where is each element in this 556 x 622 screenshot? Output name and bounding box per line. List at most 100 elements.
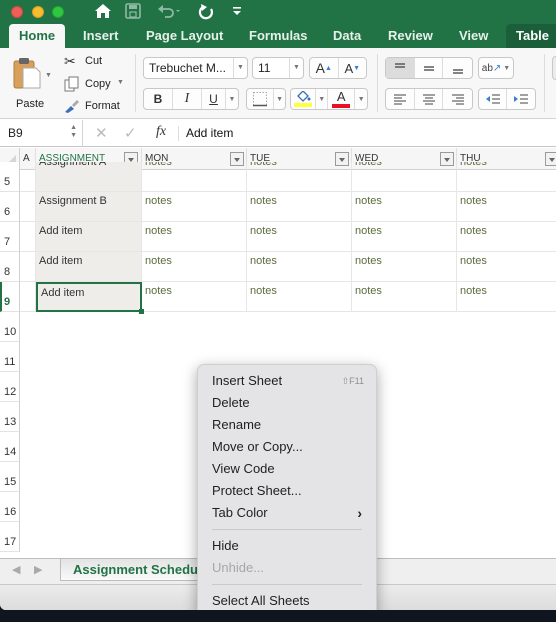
row-header-15[interactable]: 15 xyxy=(0,462,20,492)
cell-notes[interactable]: notes xyxy=(247,282,352,312)
copy-button[interactable]: Copy ▼ xyxy=(64,76,124,95)
cell-notes[interactable]: notes xyxy=(142,222,247,252)
row-header-13[interactable]: 13 xyxy=(0,402,20,432)
cell-assignment[interactable]: Assignment A xyxy=(36,162,142,192)
cell-a8[interactable] xyxy=(20,252,36,282)
paste-options-arrow-icon[interactable]: ▼ xyxy=(45,72,52,79)
increase-indent-button[interactable] xyxy=(507,89,535,109)
close-window-button[interactable] xyxy=(11,6,23,18)
cell-notes[interactable]: notes xyxy=(457,252,556,282)
redo-icon[interactable] xyxy=(197,3,215,21)
tab-table[interactable]: Table xyxy=(506,24,556,48)
row-header-11[interactable]: 11 xyxy=(0,342,20,372)
tab-view[interactable]: View xyxy=(459,24,488,48)
font-size-dropdown[interactable]: 11 ▼ xyxy=(252,57,304,79)
fill-color-options-icon[interactable]: ▼ xyxy=(316,89,329,109)
align-left-button[interactable] xyxy=(386,89,415,109)
row-header-7[interactable]: 7 xyxy=(0,222,20,252)
tab-review[interactable]: Review xyxy=(388,24,433,48)
ribbon-overflow-button[interactable] xyxy=(552,56,556,80)
scroll-left-icon[interactable]: ◀ xyxy=(12,563,20,576)
row-header-17[interactable]: 17 xyxy=(0,522,20,552)
menu-item-hide[interactable]: Hide xyxy=(212,535,364,557)
cell-notes[interactable]: notes xyxy=(142,192,247,222)
tab-data[interactable]: Data xyxy=(333,24,361,48)
name-box[interactable]: B9 ▲ ▼ xyxy=(0,120,83,147)
underline-button[interactable]: U xyxy=(202,89,226,109)
tab-insert[interactable]: Insert xyxy=(83,24,118,48)
cell-notes[interactable]: notes xyxy=(352,252,457,282)
format-painter-button[interactable]: Format xyxy=(64,99,120,116)
italic-button[interactable]: I xyxy=(173,89,202,109)
fill-color-button[interactable] xyxy=(291,89,317,109)
menu-item-delete[interactable]: Delete xyxy=(212,392,364,414)
sheet-tab-assignment-schedule[interactable]: Assignment Schedule xyxy=(60,559,200,581)
save-icon[interactable] xyxy=(125,3,141,21)
align-middle-button[interactable] xyxy=(415,58,444,78)
cancel-formula-icon[interactable]: ✕ xyxy=(95,124,108,142)
cell-notes[interactable]: notes xyxy=(247,222,352,252)
align-top-button[interactable] xyxy=(386,58,415,78)
cell-notes[interactable]: notes xyxy=(247,162,352,192)
menu-item-rename[interactable]: Rename xyxy=(212,414,364,436)
decrease-indent-button[interactable] xyxy=(479,89,508,109)
tab-formulas[interactable]: Formulas xyxy=(249,24,308,48)
menu-item-protect-sheet[interactable]: Protect Sheet... xyxy=(212,480,364,502)
font-color-options-icon[interactable]: ▼ xyxy=(355,89,367,109)
cell-notes[interactable]: notes xyxy=(457,222,556,252)
confirm-formula-icon[interactable]: ✓ xyxy=(124,124,137,142)
minimize-window-button[interactable] xyxy=(32,6,44,18)
cell-assignment[interactable]: Assignment B xyxy=(36,192,142,222)
row-header-9[interactable]: 9 xyxy=(0,282,20,312)
menu-item-move-or-copy[interactable]: Move or Copy... xyxy=(212,436,364,458)
zoom-window-button[interactable] xyxy=(52,6,64,18)
undo-icon[interactable] xyxy=(157,3,181,21)
cell-notes[interactable]: notes xyxy=(352,162,457,192)
cell-notes[interactable]: notes xyxy=(457,192,556,222)
row-header-14[interactable]: 14 xyxy=(0,432,20,462)
cut-button[interactable]: ✂ Cut xyxy=(64,53,102,70)
orientation-button[interactable]: ab ↗ ▼ xyxy=(478,57,514,79)
cell-assignment[interactable]: Add item xyxy=(36,222,142,252)
menu-item-tab-color[interactable]: Tab Color › xyxy=(212,502,364,524)
row-header-16[interactable]: 16 xyxy=(0,492,20,522)
tab-page-layout[interactable]: Page Layout xyxy=(146,24,223,48)
align-center-button[interactable] xyxy=(415,89,444,109)
font-color-button[interactable]: A xyxy=(328,89,356,109)
row-header-12[interactable]: 12 xyxy=(0,372,20,402)
formula-input[interactable]: Add item xyxy=(186,126,233,140)
cell-notes[interactable]: notes xyxy=(352,192,457,222)
cell-notes[interactable]: notes xyxy=(352,222,457,252)
cell-notes[interactable]: notes xyxy=(457,162,556,192)
paste-button[interactable]: ▼ Paste xyxy=(10,54,52,116)
customize-toolbar-icon[interactable] xyxy=(232,3,242,21)
row-header-6[interactable]: 6 xyxy=(0,192,20,222)
cell-notes[interactable]: notes xyxy=(457,282,556,312)
insert-function-icon[interactable]: fx xyxy=(156,124,166,140)
decrease-font-size-button[interactable]: A ▼ xyxy=(339,58,367,78)
align-right-button[interactable] xyxy=(443,89,472,109)
tab-home[interactable]: Home xyxy=(9,24,66,48)
row-header-10[interactable]: 10 xyxy=(0,312,20,342)
scroll-right-icon[interactable]: ▶ xyxy=(34,563,42,576)
cell-notes[interactable]: notes xyxy=(247,192,352,222)
cell-a5[interactable] xyxy=(20,162,36,192)
cell-assignment[interactable]: Add item xyxy=(36,252,142,282)
menu-item-insert-sheet[interactable]: Insert Sheet ⇧F11 xyxy=(212,370,364,392)
row-header-5[interactable]: 5 xyxy=(0,162,20,192)
name-box-stepper-icon[interactable]: ▲ ▼ xyxy=(70,124,77,140)
bold-button[interactable]: B xyxy=(144,89,173,109)
cell-notes[interactable]: notes xyxy=(352,282,457,312)
copy-options-arrow-icon[interactable]: ▼ xyxy=(117,79,124,86)
fill-handle[interactable] xyxy=(139,309,144,314)
cell-assignment[interactable]: Add item xyxy=(36,282,142,312)
font-name-dropdown[interactable]: Trebuchet M... ▼ xyxy=(143,57,248,79)
cell-notes[interactable]: notes xyxy=(247,252,352,282)
underline-options-icon[interactable]: ▼ xyxy=(226,89,238,109)
borders-button[interactable]: ▼ xyxy=(246,88,286,110)
cell-notes[interactable]: notes xyxy=(142,282,247,312)
row-header-8[interactable]: 8 xyxy=(0,252,20,282)
cell-notes[interactable]: notes xyxy=(142,162,247,192)
home-icon[interactable] xyxy=(94,3,112,21)
cell-a9[interactable] xyxy=(20,282,36,312)
